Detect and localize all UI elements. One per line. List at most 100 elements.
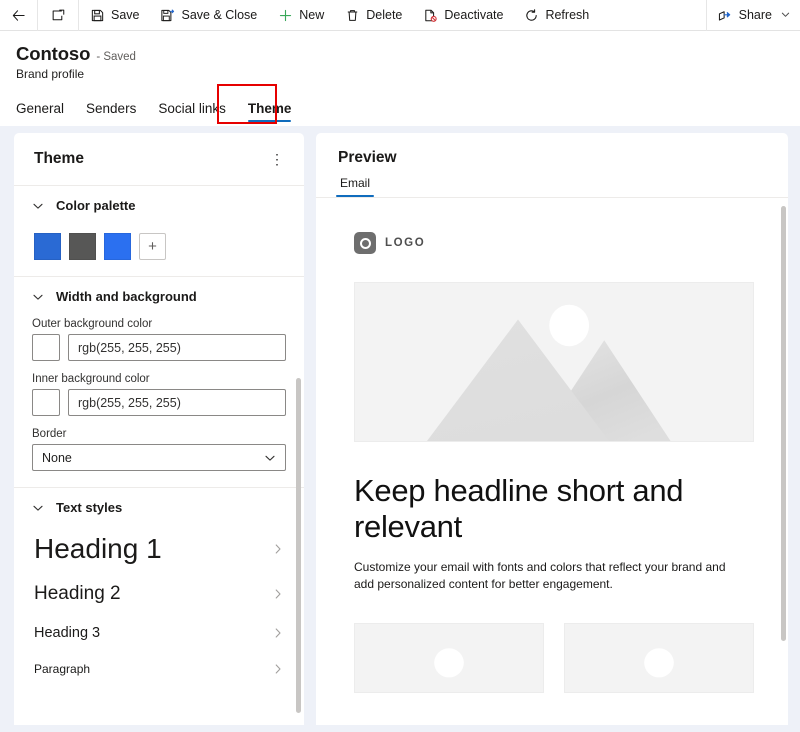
delete-button[interactable]: Delete [334, 0, 412, 31]
email-logo-label: LOGO [385, 237, 426, 249]
inner-background-color-input[interactable] [68, 389, 286, 416]
chevron-down-icon [32, 291, 44, 303]
section-text-styles-header[interactable]: Text styles [32, 500, 286, 517]
trash-icon [344, 7, 360, 23]
text-style-heading-1-label: Heading 1 [34, 533, 162, 564]
more-options-icon[interactable]: ⋮ [266, 146, 288, 172]
text-style-paragraph[interactable]: Paragraph [32, 658, 286, 682]
chevron-right-icon [272, 588, 284, 600]
form-tab-strip: General Senders Social links Theme [0, 81, 800, 126]
record-title-row: Contoso - Saved [16, 43, 800, 65]
preview-panel: Preview Email LOGO Keep headline short a… [316, 133, 788, 725]
section-color-palette-header[interactable]: Color palette [32, 198, 286, 215]
deactivate-icon [422, 7, 438, 23]
open-in-new-window-button[interactable] [38, 0, 78, 31]
email-logo: LOGO [354, 232, 754, 254]
preview-panel-header: Preview [316, 133, 788, 167]
save-button[interactable]: Save [79, 0, 150, 31]
record-entity-label: Brand profile [16, 67, 85, 81]
theme-editor-panel: Theme ⋮ Color palette + Width and backgr… [14, 133, 304, 725]
share-button[interactable]: Share [707, 0, 800, 31]
tab-social-links-label: Social links [158, 101, 226, 116]
new-window-icon [52, 9, 64, 20]
email-body-text: Customize your email with fonts and colo… [354, 559, 726, 591]
logo-ring-shape [359, 237, 371, 249]
preview-tab-strip: Email [316, 167, 788, 198]
chevron-right-icon [272, 627, 284, 639]
deactivate-button[interactable]: Deactivate [412, 0, 513, 31]
outer-background-color-input[interactable] [68, 334, 286, 361]
chevron-right-icon [272, 543, 284, 555]
theme-panel-header: Theme ⋮ [14, 133, 304, 186]
tab-email-preview[interactable]: Email [335, 176, 375, 197]
tab-senders-label: Senders [86, 101, 137, 116]
tab-theme[interactable]: Theme [237, 97, 303, 126]
tab-general[interactable]: General [16, 97, 75, 126]
theme-panel-scroll-area: Color palette + Width and background Out… [14, 186, 304, 725]
inner-background-color-row [32, 389, 286, 416]
tab-email-preview-label: Email [340, 176, 371, 190]
deactivate-button-label: Deactivate [444, 8, 504, 22]
preview-panel-title: Preview [338, 149, 397, 166]
inner-background-color-chip[interactable] [32, 389, 60, 416]
email-card-row [354, 623, 754, 694]
outer-background-color-chip[interactable] [32, 334, 60, 361]
text-style-heading-3[interactable]: Heading 3 [32, 620, 286, 647]
command-bar-right-group: Share [705, 0, 800, 31]
field-outer-background-color: Outer background color [32, 318, 286, 361]
workspace: Theme ⋮ Color palette + Width and backgr… [0, 126, 800, 725]
save-and-close-icon [160, 7, 176, 23]
refresh-button-label: Refresh [545, 8, 590, 22]
field-inner-background-color: Inner background color [32, 373, 286, 416]
section-text-styles-title: Text styles [56, 500, 123, 515]
section-color-palette: Color palette + [14, 186, 304, 277]
email-headline: Keep headline short and relevant [354, 473, 684, 545]
field-border: Border None [32, 428, 286, 471]
refresh-icon [523, 7, 539, 23]
section-color-palette-title: Color palette [56, 198, 136, 213]
email-card-2-image-placeholder [564, 623, 754, 694]
save-state-label: - Saved [96, 51, 136, 63]
section-width-and-background: Width and background Outer background co… [14, 277, 304, 488]
outer-background-color-row [32, 334, 286, 361]
save-and-close-button-label: Save & Close [181, 8, 258, 22]
border-select-value: None [42, 450, 72, 465]
tab-senders[interactable]: Senders [75, 97, 147, 126]
text-style-heading-2[interactable]: Heading 2 [32, 578, 286, 611]
new-button-label: New [299, 8, 325, 22]
command-bar: Save Save & Close New Delete Deactivate … [0, 0, 800, 31]
chevron-down-icon [264, 452, 276, 464]
section-width-and-background-header[interactable]: Width and background [32, 289, 286, 306]
tab-theme-label: Theme [247, 101, 292, 116]
save-button-label: Save [111, 8, 140, 22]
plus-icon [277, 7, 293, 23]
outer-background-color-label: Outer background color [32, 318, 153, 330]
palette-swatch-1[interactable] [34, 233, 61, 260]
theme-panel-scrollbar[interactable] [296, 378, 301, 713]
color-palette-swatches: + [32, 233, 286, 260]
logo-placeholder-icon [354, 232, 376, 254]
palette-swatch-2[interactable] [69, 233, 96, 260]
palette-swatch-3[interactable] [104, 233, 131, 260]
refresh-button[interactable]: Refresh [513, 0, 599, 31]
border-select[interactable]: None [32, 444, 286, 471]
text-style-heading-1[interactable]: Heading 1 [32, 527, 286, 570]
page-header: Contoso - Saved Brand profile [0, 31, 800, 81]
email-preview-canvas: LOGO Keep headline short and relevant Cu… [316, 198, 788, 725]
text-style-heading-2-label: Heading 2 [34, 583, 121, 604]
tab-social-links[interactable]: Social links [147, 97, 237, 126]
preview-panel-scrollbar[interactable] [781, 206, 786, 641]
text-style-paragraph-label: Paragraph [34, 661, 91, 676]
chevron-down-icon [32, 200, 44, 212]
page-title: Contoso [16, 43, 91, 64]
new-button[interactable]: New [267, 0, 334, 31]
chevron-right-icon [272, 663, 284, 675]
back-button[interactable] [0, 0, 37, 31]
chevron-down-icon [781, 10, 790, 21]
inner-background-color-label: Inner background color [32, 373, 150, 385]
theme-panel-title: Theme [34, 150, 84, 167]
add-color-button[interactable]: + [139, 233, 166, 260]
save-and-close-button[interactable]: Save & Close [150, 0, 268, 31]
border-label: Border [32, 428, 67, 440]
section-width-and-background-title: Width and background [56, 289, 197, 304]
